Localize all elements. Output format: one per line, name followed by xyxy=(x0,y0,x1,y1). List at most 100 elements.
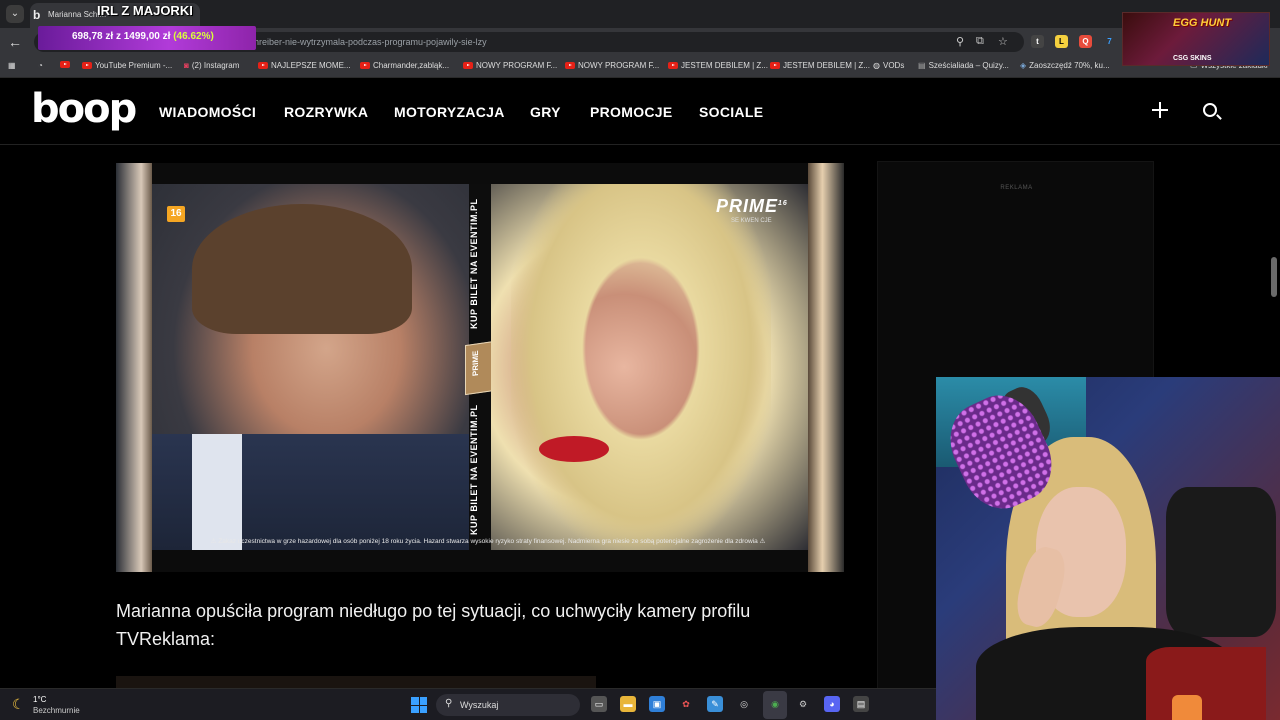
donation-separator: z xyxy=(115,31,121,42)
boop-logo[interactable]: boop xyxy=(31,86,137,132)
windows-taskbar: ☾ 1°C Bezchmurnie ⚲ Wyszukaj ▭ ▬ ▣ ✿ ✎ ◎… xyxy=(0,688,936,720)
bookmark-item[interactable]: ◙ (2) Instagram xyxy=(184,61,239,70)
age-rating-badge: 16 xyxy=(167,206,185,222)
url-text[interactable]: hreiber-nie-wytrzymala-podczas-programu-… xyxy=(254,37,487,47)
weather-temperature[interactable]: 1°C xyxy=(33,695,46,704)
plus-icon[interactable] xyxy=(1150,100,1170,120)
bookmark-item[interactable]: NOWY PROGRAM F... xyxy=(463,61,557,70)
bookmark-label: JESTEM DEBILEM | Z... xyxy=(783,61,870,70)
tab-search-button[interactable]: ⌄ xyxy=(6,5,24,23)
site-header: boop WIADOMOŚCI ROZRYWKA MOTORYZACJA GRY… xyxy=(0,78,1280,145)
bookmark-icon-1[interactable]: ◔ xyxy=(38,61,43,70)
bookmark-item[interactable]: Charmander,zabląk... xyxy=(360,61,449,70)
back-arrow-icon[interactable]: ← xyxy=(8,34,22,50)
gambling-warning: ⚠ Zakaz uczestnictwa w grze hazardowej d… xyxy=(210,538,766,545)
quiz-icon: ▤ xyxy=(918,61,926,70)
weather-description[interactable]: Bezchmurnie xyxy=(33,706,80,715)
bookmark-label: Zaoszczędź 70%, ku... xyxy=(1029,61,1110,70)
chrome-icon[interactable]: ◉ xyxy=(767,696,783,712)
donation-goal-text: 698,78 zł z 1499,00 zł (46.62%) xyxy=(72,31,214,42)
woman-lips xyxy=(539,436,609,462)
prime-logo-number: 16 xyxy=(778,200,788,207)
youtube-icon xyxy=(770,62,780,69)
windows-start-icon[interactable] xyxy=(411,697,427,713)
twitch-extension-icon[interactable]: t xyxy=(1031,35,1044,48)
bookmarks-bar: ▦ ◔ YouTube Premium -... ◙ (2) Instagram … xyxy=(0,56,1280,78)
image-blur-right xyxy=(808,163,844,572)
nav-sociale[interactable]: SOCIALE xyxy=(699,104,763,120)
prime-logo: PRIME16 xyxy=(716,196,788,217)
app-icon-blue[interactable]: ✎ xyxy=(707,696,723,712)
file-explorer-icon[interactable]: ▬ xyxy=(620,696,636,712)
moon-weather-icon[interactable]: ☾ xyxy=(12,696,25,713)
prime-badge-text: PRIME xyxy=(471,350,480,377)
prime-logo-text: PRIME xyxy=(716,196,779,216)
bookmark-label: Sześcialiada – Quizy... xyxy=(928,61,1009,70)
app-icon-red[interactable]: ✿ xyxy=(678,696,694,712)
ad-label: REKLAMA xyxy=(1000,185,1033,191)
bookmark-label: NAJLEPSZE MOME... xyxy=(271,61,351,70)
bookmark-label: YouTube Premium -... xyxy=(95,61,173,70)
eventim-text: KUP BILET NA EVENTIM.PL xyxy=(469,198,479,330)
search-icon[interactable] xyxy=(1203,103,1217,117)
app-icon-grey[interactable]: ▤ xyxy=(853,696,869,712)
discord-icon[interactable]: ◕ xyxy=(824,696,840,712)
streamer-webcam xyxy=(936,377,1280,720)
yellow-extension-icon[interactable]: L xyxy=(1055,35,1068,48)
youtube-icon xyxy=(360,62,370,69)
donation-current: 698,78 zł xyxy=(72,31,114,42)
eventim-text-2: KUP BILET NA EVENTIM.PL xyxy=(469,404,479,536)
taskbar-search[interactable]: ⚲ Wyszukaj xyxy=(436,694,580,716)
bookmark-item[interactable]: NOWY PROGRAM F... xyxy=(565,61,659,70)
bookmark-item[interactable]: ◍ VODs xyxy=(873,61,904,70)
store-icon[interactable]: ▣ xyxy=(649,696,665,712)
seven-tv-extension-icon[interactable]: 7 xyxy=(1103,35,1116,48)
nav-gry[interactable]: GRY xyxy=(530,104,561,120)
nav-motoryzacja[interactable]: MOTORYZACJA xyxy=(394,104,505,120)
webcam-chair xyxy=(1166,487,1276,637)
nav-rozrywka[interactable]: ROZRYWKA xyxy=(284,104,368,120)
csg-skins-label: CSG SKINS xyxy=(1173,55,1212,62)
prime-subtitle: SE KWEN CJE xyxy=(731,218,772,224)
bookmark-label: VODs xyxy=(882,61,905,70)
nav-promocje[interactable]: PROMOCJE xyxy=(590,104,673,120)
bookmark-youtube-icon[interactable] xyxy=(60,61,70,68)
youtube-icon xyxy=(463,62,473,69)
search-icon: ⚲ xyxy=(445,698,453,709)
bookmark-item[interactable]: YouTube Premium -... xyxy=(82,61,172,70)
bookmark-item[interactable]: NAJLEPSZE MOME... xyxy=(258,61,351,70)
settings-gear-icon[interactable]: ⚙ xyxy=(795,696,811,712)
bookmark-item[interactable]: ▤ Sześcialiada – Quizy... xyxy=(918,61,1009,70)
task-view-icon[interactable]: ▭ xyxy=(591,696,607,712)
youtube-icon xyxy=(60,61,70,68)
zoom-icon[interactable]: ⚲ xyxy=(956,35,964,48)
steam-icon: ◈ xyxy=(1020,61,1027,70)
red-extension-icon[interactable]: Q xyxy=(1079,35,1092,48)
nav-wiadomosci[interactable]: WIADOMOŚCI xyxy=(159,104,256,120)
man-hair xyxy=(192,204,412,334)
bookmark-item[interactable]: ◈ Zaoszczędź 70%, ku... xyxy=(1020,61,1110,70)
youtube-icon xyxy=(82,62,92,69)
cast-icon[interactable]: ⧉ xyxy=(976,35,984,48)
egg-hunt-title: EGG HUNT xyxy=(1173,17,1232,29)
bookmark-item[interactable]: JESTEM DEBILEM | Z... xyxy=(668,61,768,70)
donation-goal-bar: 698,78 zł z 1499,00 zł (46.62%) xyxy=(38,26,256,50)
article-paragraph: Marianna opuściła program niedługo po te… xyxy=(116,601,751,649)
jacket-red-accent xyxy=(1146,647,1266,720)
page-scrollbar[interactable] xyxy=(1271,257,1277,297)
donation-percentage: (46.62%) xyxy=(173,31,214,42)
bookmark-label: Charmander,zabląk... xyxy=(373,61,450,70)
stream-title: IRL Z MAJORKI xyxy=(97,3,193,18)
bookmark-star-icon[interactable]: ☆ xyxy=(998,35,1008,48)
app-icon-ring[interactable]: ◎ xyxy=(736,696,752,712)
bookmark-label: NOWY PROGRAM F... xyxy=(578,61,660,70)
article-image: 16 KUP BILET NA EVENTIM.PL KUP BILET NA … xyxy=(116,163,844,572)
man-shirt xyxy=(192,434,242,550)
youtube-icon xyxy=(565,62,575,69)
apps-grid-icon[interactable]: ▦ xyxy=(8,61,16,70)
bookmark-item[interactable]: JESTEM DEBILEM | Z... xyxy=(770,61,870,70)
youtube-icon xyxy=(258,62,268,69)
donation-goal: 1499,00 zł xyxy=(123,31,171,42)
bookmark-label: NOWY PROGRAM F... xyxy=(476,61,558,70)
globe-icon: ◍ xyxy=(873,61,880,70)
